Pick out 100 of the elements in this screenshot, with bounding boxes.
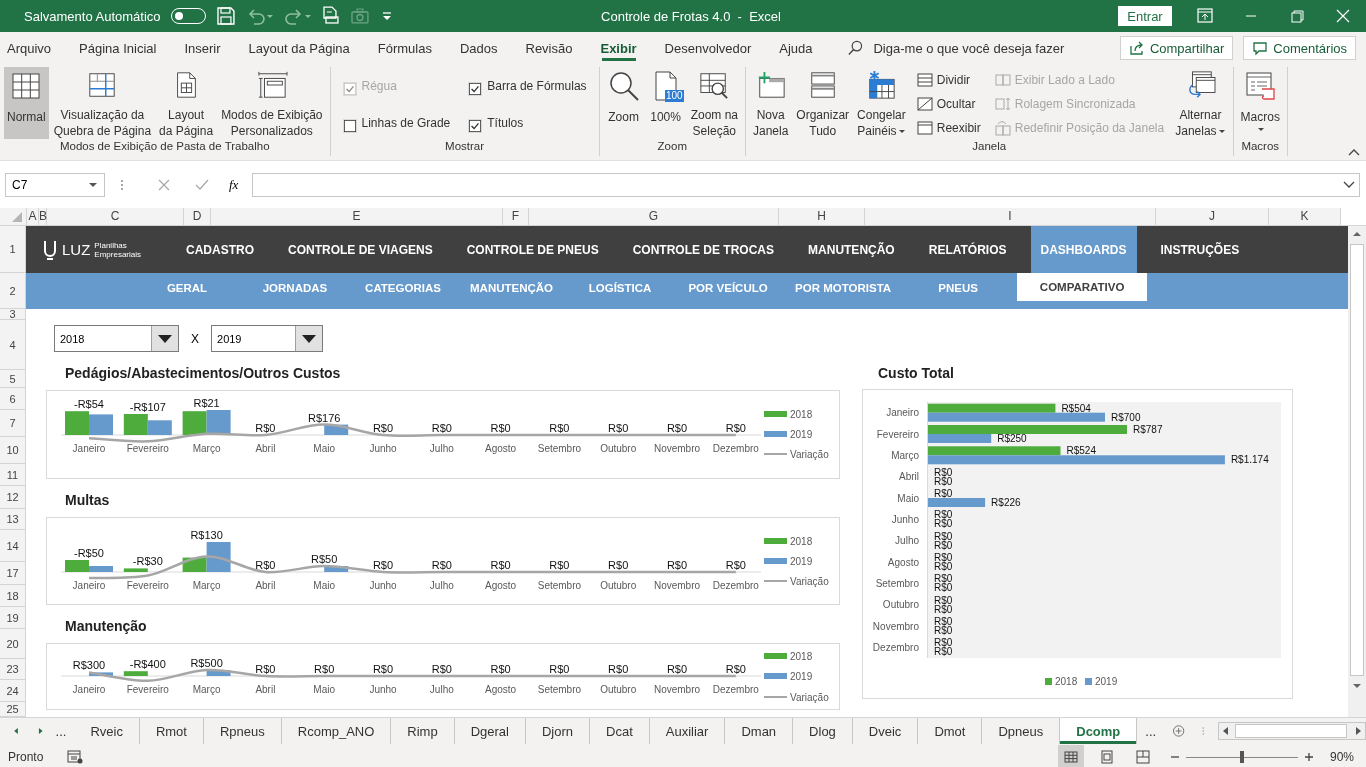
row-header[interactable]: 13 bbox=[0, 509, 25, 530]
row-header[interactable]: 3 bbox=[0, 309, 25, 320]
ribbon-tab[interactable]: Inserir bbox=[170, 32, 235, 64]
checkbox-label[interactable]: Títulos bbox=[487, 115, 524, 130]
nav-link[interactable]: INSTRUÇÕES bbox=[1150, 226, 1250, 273]
row-header[interactable]: 14 bbox=[0, 530, 25, 562]
drag-handle-icon[interactable] bbox=[119, 177, 125, 192]
more-sheets-button[interactable]: ... bbox=[47, 723, 75, 739]
nav-link[interactable]: CONTROLE DE TROCAS bbox=[622, 226, 785, 273]
zoom-in-icon[interactable] bbox=[1303, 752, 1314, 762]
row-header[interactable]: 18 bbox=[0, 585, 25, 607]
checkbox-label[interactable]: Linhas de Grade bbox=[361, 115, 451, 130]
ribbon-tab[interactable]: Dados bbox=[445, 32, 512, 64]
checkbox-label[interactable]: Barra de Fórmulas bbox=[487, 78, 587, 93]
column-header[interactable]: G bbox=[529, 208, 779, 225]
row-header[interactable]: 5 bbox=[0, 370, 25, 388]
row-header[interactable]: 1 bbox=[0, 226, 25, 273]
ribbon-button[interactable]: Organizar Tudo bbox=[793, 67, 853, 139]
insert-function-button[interactable]: fx bbox=[229, 176, 239, 193]
data-label: -R$50 bbox=[74, 547, 104, 559]
sheet-tab[interactable]: Dcomp bbox=[1060, 718, 1138, 744]
ribbon-tab[interactable]: Fórmulas bbox=[363, 32, 446, 64]
row-header[interactable]: 20 bbox=[0, 629, 25, 659]
check-icon[interactable] bbox=[195, 177, 209, 192]
checkbox[interactable] bbox=[468, 82, 483, 96]
ribbon-tab[interactable]: Layout da Página bbox=[234, 32, 364, 64]
checkbox[interactable] bbox=[342, 119, 357, 133]
ribbon-button[interactable]: Layout da Página bbox=[156, 67, 217, 139]
column-header[interactable]: K bbox=[1269, 208, 1341, 225]
save-icon[interactable] bbox=[216, 6, 237, 26]
bar bbox=[89, 414, 113, 435]
ribbon-button[interactable]: Macros bbox=[1237, 67, 1283, 139]
ribbon-tab[interactable]: Revisão bbox=[511, 32, 587, 64]
column-header[interactable]: E bbox=[211, 208, 503, 225]
row-header[interactable]: 6 bbox=[0, 388, 25, 410]
ribbon-button[interactable]: Zoom bbox=[603, 67, 644, 139]
row-header[interactable]: 11 bbox=[0, 464, 25, 486]
row-header[interactable]: 24 bbox=[0, 680, 25, 702]
ribbon-button[interactable]: Zoom na Seleção bbox=[687, 67, 741, 139]
cancel-icon[interactable] bbox=[157, 177, 171, 192]
ribbon-button[interactable]: Congelar Painéis bbox=[854, 67, 909, 139]
row-header[interactable]: 17 bbox=[0, 562, 25, 585]
horizontal-scrollbar[interactable] bbox=[1217, 722, 1366, 740]
subnav-link[interactable]: COMPARATIVO bbox=[1017, 273, 1148, 301]
ribbon-button[interactable]: Dividir bbox=[916, 71, 981, 89]
row-header[interactable]: 19 bbox=[0, 607, 25, 629]
nav-link[interactable]: RELATÓRIOS bbox=[918, 226, 1017, 273]
column-header[interactable]: A bbox=[27, 208, 39, 225]
nav-link[interactable]: MANUTENÇÃO bbox=[798, 226, 905, 273]
column-header[interactable]: D bbox=[184, 208, 211, 225]
share-button[interactable]: Compartilhar bbox=[1119, 36, 1234, 60]
column-header[interactable]: H bbox=[779, 208, 865, 225]
vertical-scrollbar[interactable] bbox=[1348, 226, 1366, 717]
search-field[interactable]: Diga-me o que você deseja fazer bbox=[871, 39, 1120, 57]
ribbon-button[interactable]: Normal bbox=[4, 67, 49, 139]
ribbon-tab[interactable]: Ajuda bbox=[765, 32, 827, 64]
column-header[interactable]: J bbox=[1156, 208, 1269, 225]
row-header[interactable]: 10 bbox=[0, 437, 25, 464]
ribbon-tab[interactable]: Desenvolvedor bbox=[650, 32, 766, 64]
sign-in-button[interactable]: Entrar bbox=[1118, 6, 1172, 26]
checkbox[interactable] bbox=[468, 119, 483, 133]
data-label: R$524 bbox=[1066, 445, 1096, 457]
row-header[interactable]: 2 bbox=[0, 273, 25, 309]
nav-link[interactable]: CONTROLE DE VIAGENS bbox=[278, 226, 443, 273]
year-dropdown[interactable]: 2019 bbox=[211, 325, 323, 352]
ribbon-button[interactable]: Visualização da Quebra de Página bbox=[50, 67, 155, 139]
nav-link[interactable]: CADASTRO bbox=[176, 226, 264, 273]
ribbon-button[interactable]: 100 100% bbox=[645, 67, 686, 139]
ribbon-tab[interactable]: Arquivo bbox=[0, 32, 66, 64]
row-header[interactable]: 4 bbox=[0, 320, 25, 370]
formula-field[interactable] bbox=[252, 172, 1360, 197]
column-header[interactable]: I bbox=[865, 208, 1156, 225]
zoom-level[interactable]: 90% bbox=[1329, 750, 1354, 764]
row-header[interactable]: 23 bbox=[0, 659, 25, 680]
name-box[interactable]: C7 bbox=[5, 172, 105, 197]
search-icon[interactable] bbox=[846, 39, 864, 57]
year-dropdown[interactable]: 2018 bbox=[54, 325, 179, 352]
column-header[interactable]: F bbox=[503, 208, 529, 225]
redo-icon[interactable] bbox=[284, 6, 313, 26]
share-icon bbox=[1128, 40, 1145, 56]
add-sheet-icon[interactable] bbox=[1172, 722, 1186, 740]
ribbon-button[interactable]: Ocultar bbox=[916, 95, 981, 113]
print-preview-icon[interactable] bbox=[322, 6, 341, 26]
ribbon-tab[interactable]: Página Inicial bbox=[65, 32, 171, 64]
view-button[interactable] bbox=[1057, 745, 1084, 767]
column-header[interactable]: C bbox=[47, 208, 184, 225]
expand-icon[interactable] bbox=[1343, 180, 1355, 189]
more-sheets-button[interactable]: ... bbox=[1137, 723, 1165, 739]
ribbon-button[interactable]: Alternar Janelas bbox=[1172, 67, 1229, 139]
ribbon-button[interactable]: Reexibir bbox=[916, 119, 981, 137]
macro-record-icon[interactable] bbox=[67, 749, 84, 765]
comments-button[interactable]: Comentários bbox=[1243, 36, 1356, 60]
camera-icon[interactable] bbox=[350, 6, 371, 26]
slider-thumb[interactable] bbox=[1239, 751, 1244, 763]
row-header[interactable]: 7 bbox=[0, 410, 25, 437]
ribbon-button[interactable]: Nova Janela bbox=[750, 67, 792, 139]
nav-link[interactable]: CONTROLE DE PNEUS bbox=[456, 226, 609, 273]
collapse-icon[interactable] bbox=[1348, 148, 1360, 156]
row-header[interactable]: 12 bbox=[0, 486, 25, 509]
ribbon-button[interactable]: Modos de Exibição Personalizados bbox=[218, 67, 326, 139]
